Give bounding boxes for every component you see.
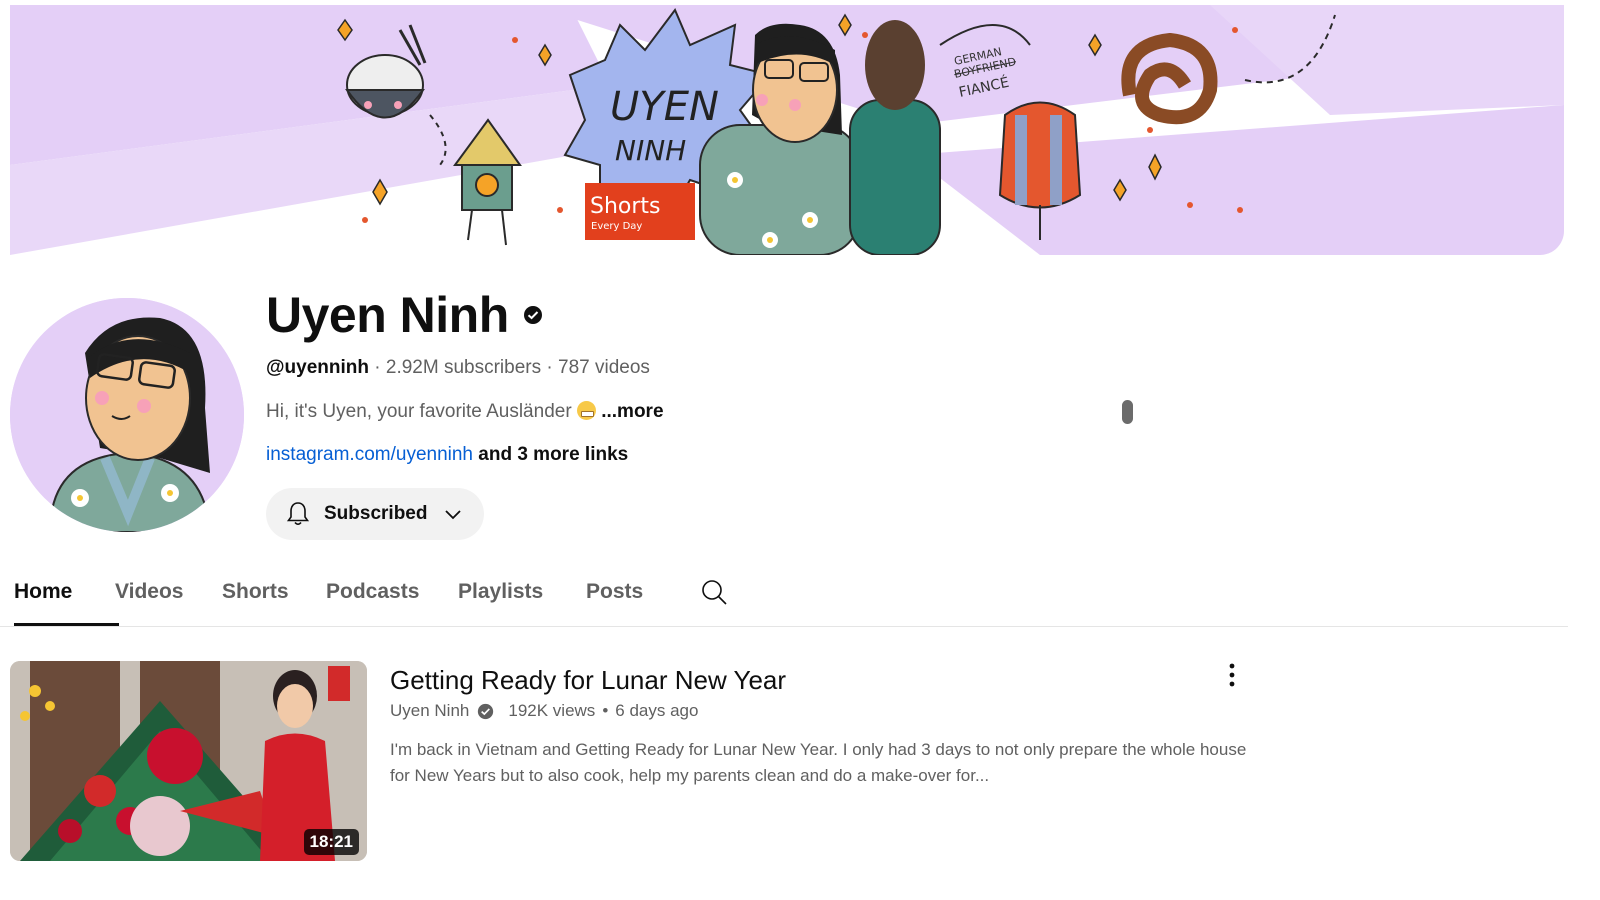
tab-shorts[interactable]: Shorts: [222, 566, 326, 626]
tab-videos[interactable]: Videos: [115, 566, 222, 626]
banner-illustration: UYEN NINH Shorts Every Day GERMAN BOYFRI…: [10, 5, 1564, 255]
channel-description[interactable]: Hi, it's Uyen, your favorite Ausländer .…: [266, 400, 664, 424]
banner-shorts-label: Shorts: [590, 194, 661, 219]
tab-home[interactable]: Home: [14, 566, 119, 626]
video-views: 192K views: [508, 701, 596, 720]
more-button[interactable]: ...more: [601, 401, 663, 422]
channel-tabs: Home Videos Shorts Podcasts Playlists Po…: [14, 566, 676, 628]
tabs-divider: [0, 626, 1568, 627]
subscribed-button[interactable]: Subscribed: [266, 488, 484, 540]
tab-playlists[interactable]: Playlists: [458, 566, 586, 626]
channel-meta: @uyenninh · 2.92M subscribers · 787 vide…: [266, 356, 650, 380]
video-description[interactable]: I'm back in Vietnam and Getting Ready fo…: [390, 737, 1270, 789]
cursor-indicator: [1122, 400, 1133, 424]
meta-dot: •: [602, 701, 609, 720]
channel-avatar[interactable]: [10, 298, 244, 532]
video-title[interactable]: Getting Ready for Lunar New Year: [390, 664, 786, 696]
channel-title: Uyen Ninh: [266, 286, 543, 344]
more-links-button[interactable]: and 3 more links: [478, 444, 628, 465]
verified-check-icon: [478, 703, 494, 719]
more-vert-icon[interactable]: [1220, 660, 1244, 690]
bell-icon: [286, 502, 310, 526]
channel-banner: UYEN NINH Shorts Every Day GERMAN BOYFRI…: [10, 5, 1564, 255]
banner-title-1: UYEN: [610, 84, 719, 130]
channel-name: Uyen Ninh: [266, 287, 509, 343]
subscriber-count: 2.92M subscribers: [385, 357, 542, 378]
banner-shorts-sub: Every Day: [591, 221, 642, 232]
meta-separator: ·: [374, 357, 381, 378]
channel-handle: @uyenninh: [266, 357, 369, 378]
subscribed-label: Subscribed: [324, 503, 428, 524]
video-count: 787 videos: [558, 357, 650, 378]
description-text: Hi, it's Uyen, your favorite Ausländer: [266, 401, 572, 422]
banner-title-2: NINH: [615, 134, 686, 167]
channel-links: instagram.com/uyenninh and 3 more links: [266, 443, 628, 467]
grinning-emoji-icon: [576, 401, 596, 420]
meta-separator: ·: [546, 357, 553, 378]
tab-podcasts[interactable]: Podcasts: [326, 566, 458, 626]
video-channel-name[interactable]: Uyen Ninh: [390, 700, 469, 722]
avatar-illustration: [10, 298, 244, 532]
instagram-link[interactable]: instagram.com/uyenninh: [266, 444, 473, 465]
tab-posts[interactable]: Posts: [586, 566, 676, 626]
video-meta: Uyen Ninh 192K views • 6 days ago: [390, 700, 698, 722]
search-icon[interactable]: [700, 578, 728, 606]
chevron-down-icon: [445, 510, 462, 520]
video-age: 6 days ago: [615, 701, 699, 720]
video-thumbnail[interactable]: 18:21: [10, 661, 367, 861]
video-duration: 18:21: [303, 829, 359, 855]
verified-check-icon: [523, 306, 542, 324]
